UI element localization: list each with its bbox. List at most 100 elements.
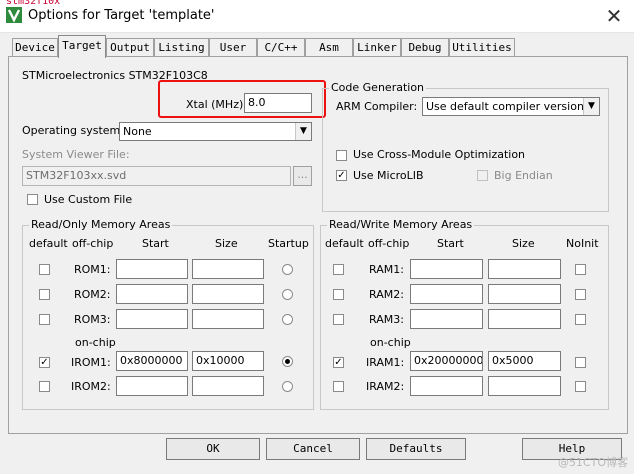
tab-device[interactable]: Device <box>12 38 58 57</box>
microlib-label: Use MicroLIB <box>353 169 424 182</box>
iram2-label: IRAM2: <box>366 380 405 393</box>
iram2-start-input[interactable] <box>410 376 483 396</box>
iram2-noinit-checkbox[interactable] <box>575 381 586 392</box>
ro-onchip-label: on-chip <box>75 336 116 349</box>
big-endian-checkbox[interactable] <box>477 170 488 181</box>
iram1-size-input[interactable]: 0x5000 <box>488 351 561 371</box>
tab-utilities[interactable]: Utilities <box>449 38 515 57</box>
rom1-start-input[interactable] <box>116 259 188 279</box>
rw-onchip-label: on-chip <box>370 336 411 349</box>
ram1-size-input[interactable] <box>488 259 561 279</box>
ram3-size-input[interactable] <box>488 309 561 329</box>
irom2-startup-radio[interactable] <box>282 381 293 392</box>
cancel-button[interactable]: Cancel <box>266 438 360 460</box>
ro-header-start: Start <box>142 237 169 250</box>
rw-header-size: Size <box>512 237 535 250</box>
iram2-default-checkbox[interactable] <box>333 381 344 392</box>
defaults-button[interactable]: Defaults <box>366 438 466 460</box>
svd-browse-button[interactable]: ... <box>293 166 312 186</box>
rom1-label: ROM1: <box>74 263 111 276</box>
cross-module-checkbox[interactable] <box>336 150 347 161</box>
svd-label: System Viewer File: <box>22 148 130 161</box>
iram1-label: IRAM1: <box>366 356 405 369</box>
ram3-start-input[interactable] <box>410 309 483 329</box>
chevron-down-icon: ▼ <box>295 123 311 140</box>
os-value: None <box>123 125 152 138</box>
rom3-default-checkbox[interactable] <box>39 314 50 325</box>
ram3-default-checkbox[interactable] <box>333 314 344 325</box>
irom2-size-input[interactable] <box>192 376 264 396</box>
keil-app-icon <box>6 7 22 23</box>
title-bar: "stm32f10x.h" Options for Target 'templa… <box>0 0 634 33</box>
rom3-startup-radio[interactable] <box>282 314 293 325</box>
irom1-label: IROM1: <box>71 356 111 369</box>
ram1-default-checkbox[interactable] <box>333 264 344 275</box>
xtal-highlight-box <box>158 80 326 118</box>
watermark: @51CTO博客 <box>557 456 628 469</box>
iram1-noinit-checkbox[interactable] <box>575 357 586 368</box>
compiler-label: ARM Compiler: <box>336 100 418 113</box>
svd-input[interactable]: STM32F103xx.svd <box>22 166 291 186</box>
cross-module-label: Use Cross-Module Optimization <box>353 148 526 161</box>
irom2-start-input[interactable] <box>116 376 188 396</box>
ram2-default-checkbox[interactable] <box>333 289 344 300</box>
ram2-start-input[interactable] <box>410 284 483 304</box>
ram1-noinit-checkbox[interactable] <box>575 264 586 275</box>
tab-listing[interactable]: Listing <box>154 38 209 57</box>
os-label: Operating system: <box>22 124 124 137</box>
rom2-label: ROM2: <box>74 288 111 301</box>
ram1-label: RAM1: <box>369 263 404 276</box>
rom3-start-input[interactable] <box>116 309 188 329</box>
irom1-startup-radio[interactable] <box>282 356 293 367</box>
codegen-title: Code Generation <box>329 81 427 94</box>
compiler-value: Use default compiler version <box>426 100 584 113</box>
ro-header-default: default <box>29 237 68 250</box>
iram2-size-input[interactable] <box>488 376 561 396</box>
ro-header-size: Size <box>215 237 238 250</box>
compiler-select[interactable]: Use default compiler version ▼ <box>422 97 600 116</box>
rom1-size-input[interactable] <box>192 259 264 279</box>
custom-file-label: Use Custom File <box>44 193 133 206</box>
rom3-size-input[interactable] <box>192 309 264 329</box>
tab-debug[interactable]: Debug <box>401 38 449 57</box>
rw-header-offchip: off-chip <box>368 237 410 250</box>
rom2-size-input[interactable] <box>192 284 264 304</box>
rw-header-default: default <box>325 237 364 250</box>
ram3-label: RAM3: <box>369 313 404 326</box>
rom2-start-input[interactable] <box>116 284 188 304</box>
irom2-default-checkbox[interactable] <box>39 381 50 392</box>
rom2-default-checkbox[interactable] <box>39 289 50 300</box>
tab-cpp[interactable]: C/C++ <box>257 38 305 57</box>
rom1-startup-radio[interactable] <box>282 264 293 275</box>
microlib-checkbox[interactable]: ✓ <box>336 170 347 181</box>
rom1-default-checkbox[interactable] <box>39 264 50 275</box>
irom2-label: IROM2: <box>71 380 111 393</box>
custom-file-checkbox[interactable] <box>27 194 38 205</box>
big-endian-label: Big Endian <box>494 169 553 182</box>
window-title: Options for Target 'template' <box>28 8 215 23</box>
iram1-default-checkbox[interactable]: ✓ <box>333 357 344 368</box>
tab-linker[interactable]: Linker <box>353 38 401 57</box>
irom1-size-input[interactable]: 0x10000 <box>192 351 264 371</box>
ro-header-offchip: off-chip <box>72 237 114 250</box>
iram1-start-input[interactable]: 0x20000000 <box>410 351 483 371</box>
ram1-start-input[interactable] <box>410 259 483 279</box>
chevron-down-icon: ▼ <box>583 98 599 115</box>
ro-header-startup: Startup <box>268 237 309 250</box>
close-button[interactable]: ✕ <box>594 0 634 32</box>
irom1-start-input[interactable]: 0x8000000 <box>116 351 188 371</box>
ram2-label: RAM2: <box>369 288 404 301</box>
irom1-default-checkbox[interactable]: ✓ <box>39 357 50 368</box>
tab-user[interactable]: User <box>209 38 257 57</box>
rom3-label: ROM3: <box>74 313 111 326</box>
ram2-size-input[interactable] <box>488 284 561 304</box>
os-select[interactable]: None ▼ <box>119 122 312 141</box>
ram3-noinit-checkbox[interactable] <box>575 314 586 325</box>
tab-output[interactable]: Output <box>106 38 154 57</box>
ram2-noinit-checkbox[interactable] <box>575 289 586 300</box>
ok-button[interactable]: OK <box>166 438 260 460</box>
rom2-startup-radio[interactable] <box>282 289 293 300</box>
tab-target[interactable]: Target <box>58 35 106 58</box>
tab-asm[interactable]: Asm <box>305 38 353 57</box>
rw-header-start: Start <box>437 237 464 250</box>
